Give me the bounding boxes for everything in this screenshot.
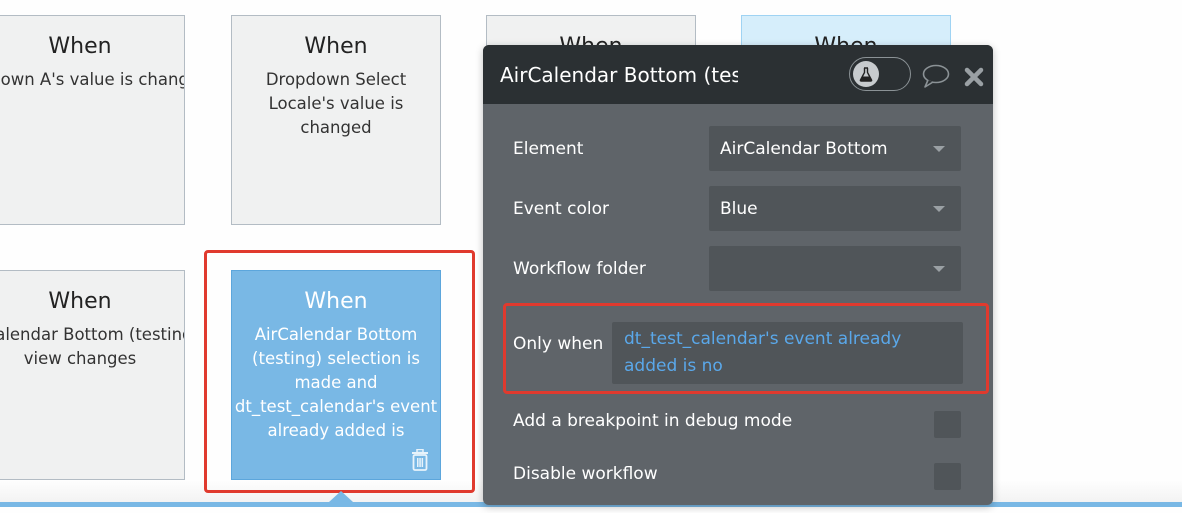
disable-workflow-checkbox[interactable]	[934, 463, 961, 490]
element-row: Element AirCalendar Bottom	[483, 126, 993, 171]
workflow-card[interactable]: When Dropdown A's value is changed	[0, 15, 185, 225]
card-when-label: When	[48, 289, 112, 314]
close-icon[interactable]	[964, 67, 984, 87]
card-description: Dropdown A's value is changed	[0, 70, 184, 89]
event-color-row: Event color Blue	[483, 186, 993, 231]
selection-highlight-frame	[204, 250, 475, 493]
breakpoint-checkbox[interactable]	[934, 411, 961, 438]
card-when-label: When	[48, 34, 112, 59]
workflow-folder-label: Workflow folder	[513, 258, 646, 279]
disable-workflow-label: Disable workflow	[513, 464, 658, 484]
only-when-label: Only when	[513, 334, 604, 354]
panel-title: AirCalendar Bottom (testing) selection i…	[500, 62, 738, 87]
card-when-label: When	[304, 34, 368, 59]
debug-toggle[interactable]	[849, 57, 911, 91]
chevron-down-icon	[933, 266, 945, 272]
card-description: AirCalendar Bottom (testing) view change…	[0, 325, 184, 368]
breakpoint-label: Add a breakpoint in debug mode	[513, 411, 793, 431]
workflow-folder-dropdown[interactable]	[709, 246, 961, 291]
comment-icon[interactable]	[920, 63, 950, 89]
event-color-dropdown-value: Blue	[720, 198, 758, 219]
panel-header: AirCalendar Bottom (testing) selection i…	[483, 45, 993, 104]
card-description: Dropdown Select Locale's value is change…	[265, 70, 407, 137]
selected-card-pointer	[329, 491, 353, 502]
flask-icon	[853, 61, 879, 87]
workflow-card[interactable]: When Dropdown Select Locale's value is c…	[231, 15, 441, 225]
event-color-label: Event color	[513, 198, 609, 219]
event-color-dropdown[interactable]: Blue	[709, 186, 961, 231]
workflow-property-editor: AirCalendar Bottom (testing) selection i…	[483, 45, 993, 505]
element-dropdown[interactable]: AirCalendar Bottom	[709, 126, 961, 171]
workflow-folder-row: Workflow folder	[483, 246, 993, 291]
workflow-card[interactable]: When AirCalendar Bottom (testing) view c…	[0, 270, 185, 480]
chevron-down-icon	[933, 206, 945, 212]
chevron-down-icon	[933, 146, 945, 152]
workflow-canvas: When Dropdown A's value is changed When …	[0, 0, 1182, 513]
element-label: Element	[513, 138, 584, 159]
only-when-condition-input[interactable]: dt_test_calendar's event already added i…	[612, 322, 963, 384]
element-dropdown-value: AirCalendar Bottom	[720, 138, 888, 159]
